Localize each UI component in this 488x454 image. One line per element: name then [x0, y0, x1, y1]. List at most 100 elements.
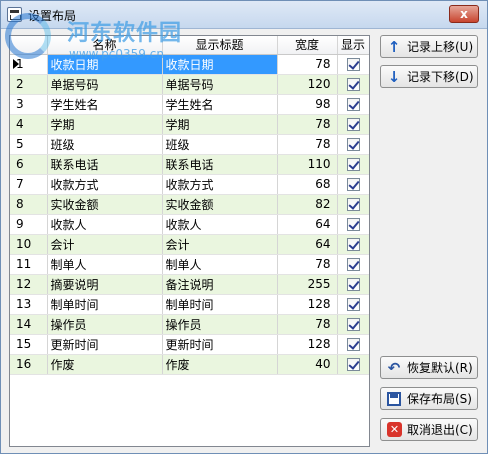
visible-checkbox[interactable]: [346, 138, 360, 151]
table-row[interactable]: 8 实收金额 实收金额 82: [10, 194, 369, 215]
column-header-name[interactable]: 名称: [47, 36, 163, 55]
display-title-cell[interactable]: 更新时间: [162, 334, 278, 355]
display-title-cell[interactable]: 收款方式: [162, 174, 278, 195]
field-name-cell[interactable]: 制单人: [47, 254, 163, 275]
field-name-cell[interactable]: 收款日期: [47, 54, 163, 75]
move-down-button[interactable]: ↓ 记录下移(D): [380, 65, 478, 88]
save-layout-button[interactable]: 保存布局(S): [380, 387, 478, 410]
width-cell[interactable]: 120: [277, 74, 338, 95]
width-cell[interactable]: 78: [277, 254, 338, 275]
width-cell[interactable]: 128: [277, 294, 338, 315]
column-header-width[interactable]: 宽度: [277, 36, 338, 55]
display-title-cell[interactable]: 制单时间: [162, 294, 278, 315]
width-cell[interactable]: 64: [277, 214, 338, 235]
visible-checkbox[interactable]: [346, 238, 360, 251]
display-title-cell[interactable]: 制单人: [162, 254, 278, 275]
display-title-cell[interactable]: 作废: [162, 354, 278, 375]
width-cell[interactable]: 128: [277, 334, 338, 355]
table-row[interactable]: 4 学期 学期 78: [10, 114, 369, 135]
table-row[interactable]: 5 班级 班级 78: [10, 134, 369, 155]
width-cell[interactable]: 78: [277, 134, 338, 155]
table-row[interactable]: 3 学生姓名 学生姓名 98: [10, 94, 369, 115]
column-header-index[interactable]: [10, 36, 48, 55]
field-name-cell[interactable]: 单据号码: [47, 74, 163, 95]
display-title-cell[interactable]: 学生姓名: [162, 94, 278, 115]
title-bar[interactable]: 设置布局 x: [1, 1, 487, 29]
field-name-cell[interactable]: 收款人: [47, 214, 163, 235]
field-name-cell[interactable]: 学期: [47, 114, 163, 135]
visible-checkbox[interactable]: [346, 198, 360, 211]
column-header-visible[interactable]: 显示: [337, 36, 369, 55]
display-title-cell[interactable]: 收款人: [162, 214, 278, 235]
visible-checkbox[interactable]: [346, 218, 360, 231]
visible-checkbox[interactable]: [346, 78, 360, 91]
width-cell[interactable]: 40: [277, 354, 338, 375]
display-title-cell[interactable]: 会计: [162, 234, 278, 255]
visible-checkbox[interactable]: [346, 318, 360, 331]
table-row[interactable]: 16 作废 作废 40: [10, 354, 369, 375]
table-row[interactable]: 2 单据号码 单据号码 120: [10, 74, 369, 95]
width-cell[interactable]: 110: [277, 154, 338, 175]
field-name-cell[interactable]: 班级: [47, 134, 163, 155]
width-cell[interactable]: 78: [277, 314, 338, 335]
arrow-down-icon: ↓: [387, 67, 401, 86]
visible-checkbox[interactable]: [346, 358, 360, 371]
column-header-display-title[interactable]: 显示标题: [162, 36, 278, 55]
width-cell[interactable]: 68: [277, 174, 338, 195]
visible-checkbox[interactable]: [346, 338, 360, 351]
display-title-cell[interactable]: 收款日期: [162, 54, 278, 75]
visible-checkbox[interactable]: [346, 178, 360, 191]
field-name-cell[interactable]: 制单时间: [47, 294, 163, 315]
width-cell[interactable]: 64: [277, 234, 338, 255]
cancel-exit-button[interactable]: ✕ 取消退出(C): [380, 418, 478, 441]
field-name-cell[interactable]: 学生姓名: [47, 94, 163, 115]
row-number: 6: [10, 154, 48, 175]
window-title: 设置布局: [28, 9, 77, 23]
row-number: 10: [10, 234, 48, 255]
move-up-button[interactable]: ↑ 记录上移(U): [380, 35, 478, 58]
visible-checkbox[interactable]: [346, 258, 360, 271]
visible-checkbox[interactable]: [346, 58, 360, 71]
visible-checkbox[interactable]: [346, 98, 360, 111]
field-name-cell[interactable]: 会计: [47, 234, 163, 255]
table-row[interactable]: 7 收款方式 收款方式 68: [10, 174, 369, 195]
table-row[interactable]: 1 收款日期 收款日期 78: [10, 54, 369, 75]
display-title-cell[interactable]: 联系电话: [162, 154, 278, 175]
table-row[interactable]: 12 摘要说明 备注说明 255: [10, 274, 369, 295]
field-name-cell[interactable]: 联系电话: [47, 154, 163, 175]
row-number: 14: [10, 314, 48, 335]
layout-grid[interactable]: 名称 显示标题 宽度 显示 1 收款日期 收款日期 78 2 单据号码 单据号码…: [9, 35, 370, 447]
width-cell[interactable]: 98: [277, 94, 338, 115]
width-cell[interactable]: 255: [277, 274, 338, 295]
display-title-cell[interactable]: 操作员: [162, 314, 278, 335]
table-row[interactable]: 15 更新时间 更新时间 128: [10, 334, 369, 355]
width-cell[interactable]: 82: [277, 194, 338, 215]
width-cell[interactable]: 78: [277, 54, 338, 75]
field-name-cell[interactable]: 操作员: [47, 314, 163, 335]
restore-default-button[interactable]: ↶ 恢复默认(R): [380, 356, 478, 379]
field-name-cell[interactable]: 摘要说明: [47, 274, 163, 295]
table-row[interactable]: 9 收款人 收款人 64: [10, 214, 369, 235]
visible-checkbox[interactable]: [346, 158, 360, 171]
visible-cell: [337, 234, 369, 255]
table-row[interactable]: 6 联系电话 联系电话 110: [10, 154, 369, 175]
field-name-cell[interactable]: 更新时间: [47, 334, 163, 355]
close-button[interactable]: x: [449, 5, 479, 23]
display-title-cell[interactable]: 备注说明: [162, 274, 278, 295]
field-name-cell[interactable]: 实收金额: [47, 194, 163, 215]
display-title-cell[interactable]: 学期: [162, 114, 278, 135]
field-name-cell[interactable]: 收款方式: [47, 174, 163, 195]
display-title-cell[interactable]: 实收金额: [162, 194, 278, 215]
visible-checkbox[interactable]: [346, 118, 360, 131]
visible-checkbox[interactable]: [346, 298, 360, 311]
table-row[interactable]: 13 制单时间 制单时间 128: [10, 294, 369, 315]
visible-checkbox[interactable]: [346, 278, 360, 291]
display-title-cell[interactable]: 班级: [162, 134, 278, 155]
field-name-cell[interactable]: 作废: [47, 354, 163, 375]
row-number: 5: [10, 134, 48, 155]
display-title-cell[interactable]: 单据号码: [162, 74, 278, 95]
table-row[interactable]: 14 操作员 操作员 78: [10, 314, 369, 335]
table-row[interactable]: 11 制单人 制单人 78: [10, 254, 369, 275]
width-cell[interactable]: 78: [277, 114, 338, 135]
table-row[interactable]: 10 会计 会计 64: [10, 234, 369, 255]
